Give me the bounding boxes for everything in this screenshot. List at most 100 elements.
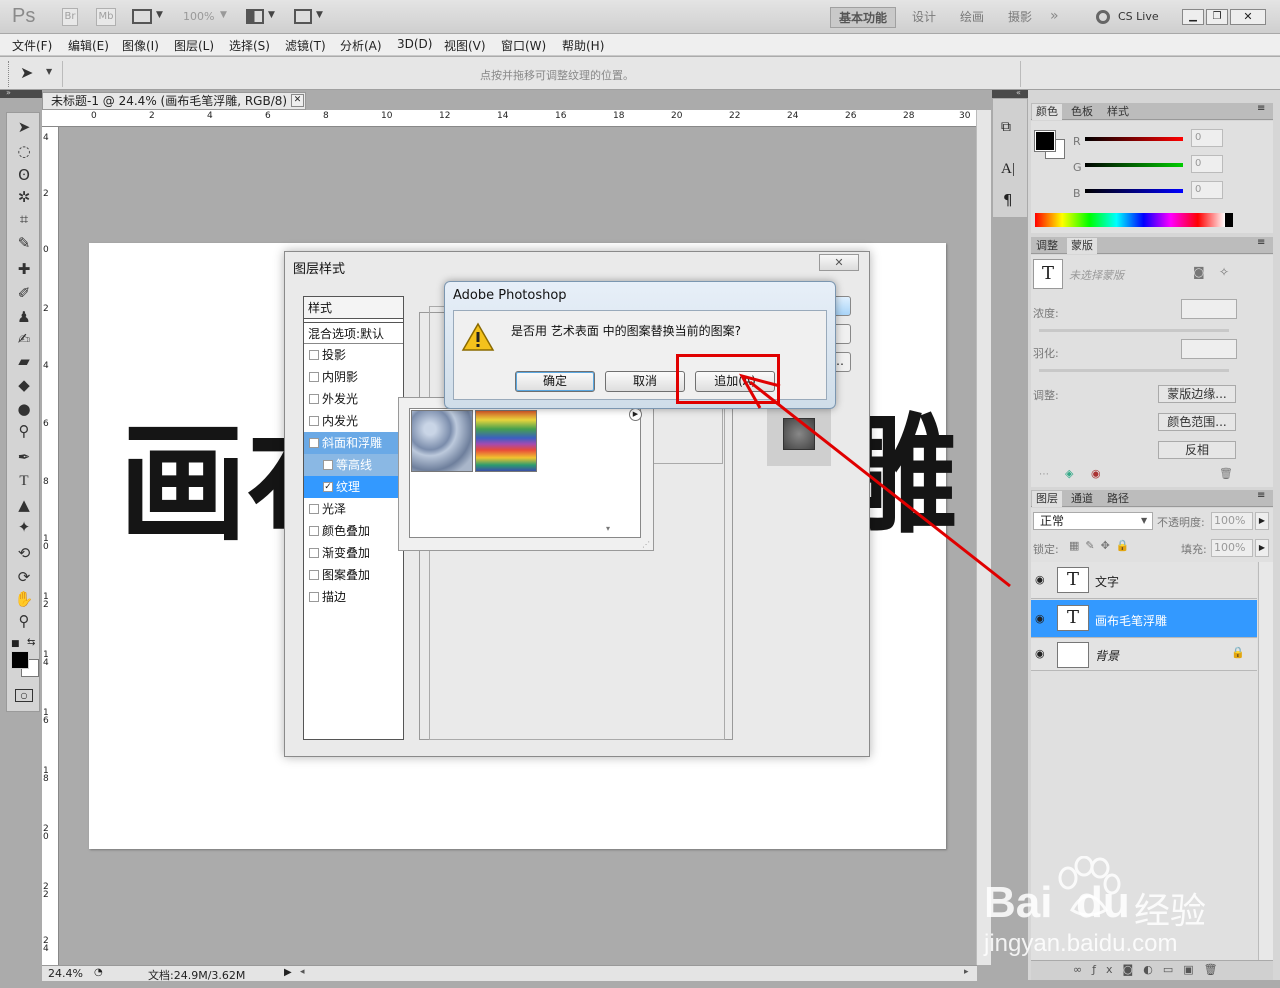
menu-help[interactable]: 帮助(H)	[562, 37, 604, 54]
tab-paths[interactable]: 路径	[1103, 491, 1133, 507]
layer-row[interactable]: ◉ 背景 🔒	[1031, 639, 1257, 671]
path-selection-icon[interactable]: ▲	[13, 495, 35, 515]
style-item-pattern-overlay[interactable]: 图案叠加	[304, 564, 403, 586]
green-value[interactable]: 0	[1191, 155, 1223, 173]
checkbox[interactable]	[309, 350, 319, 360]
menu-window[interactable]: 窗口(W)	[501, 37, 546, 54]
red-slider[interactable]	[1085, 137, 1183, 141]
brush-tool-icon[interactable]: ✐	[13, 283, 35, 303]
blue-slider[interactable]	[1085, 189, 1183, 193]
clone-stamp-icon[interactable]: ♟	[13, 307, 35, 327]
pixel-mask-icon[interactable]: ◙	[1193, 265, 1205, 279]
tab-color[interactable]: 颜色	[1032, 104, 1062, 120]
foreground-color-swatch[interactable]	[1034, 130, 1056, 152]
tab-masks[interactable]: 蒙版	[1067, 238, 1097, 254]
apply-mask-icon[interactable]: ◈	[1065, 467, 1073, 480]
tab-layers[interactable]: 图层	[1032, 491, 1062, 507]
style-item-inner-shadow[interactable]: 内阴影	[304, 366, 403, 388]
minibridge-button[interactable]: Mb	[96, 8, 116, 26]
feather-field[interactable]	[1181, 339, 1237, 359]
lasso-tool-icon[interactable]: ʘ	[13, 165, 35, 185]
collapse-icon[interactable]: »	[6, 88, 11, 97]
alert-ok-button[interactable]: 确定	[515, 371, 595, 392]
blue-value[interactable]: 0	[1191, 181, 1223, 199]
feather-slider[interactable]	[1039, 369, 1229, 372]
dodge-tool-icon[interactable]: ⚲	[13, 421, 35, 441]
scroll-down-icon[interactable]: ▾	[606, 524, 610, 533]
checkbox-checked[interactable]: ✓	[309, 438, 319, 448]
eye-icon[interactable]: ◉	[1035, 647, 1045, 660]
style-item-contour[interactable]: 等高线	[304, 454, 403, 476]
minimize-button[interactable]: ▁	[1182, 9, 1204, 25]
style-item-drop-shadow[interactable]: 投影	[304, 344, 403, 366]
alert-cancel-button[interactable]: 取消	[605, 371, 685, 392]
close-tab-icon[interactable]: ✕	[291, 94, 304, 107]
pattern-swatch-rainbow[interactable]	[475, 410, 537, 472]
checkbox[interactable]	[309, 416, 319, 426]
checkbox[interactable]	[309, 504, 319, 514]
checkbox[interactable]	[309, 526, 319, 536]
marquee-tool-icon[interactable]: ◌	[13, 141, 35, 161]
menu-filter[interactable]: 滤镜(T)	[285, 37, 326, 54]
screen-mode-icon[interactable]	[294, 9, 312, 24]
checkbox[interactable]	[309, 570, 319, 580]
workspace-painting[interactable]: 绘画	[952, 7, 992, 28]
panel-menu-icon[interactable]: ≡	[1257, 490, 1265, 501]
style-item-bevel-emboss[interactable]: ✓ 斜面和浮雕	[304, 432, 403, 454]
menu-analysis[interactable]: 分析(A)	[340, 37, 382, 54]
maximize-button[interactable]: ❐	[1206, 9, 1228, 25]
tab-swatches[interactable]: 色板	[1067, 104, 1097, 120]
checkbox[interactable]	[309, 592, 319, 602]
expand-icon[interactable]: «	[1016, 88, 1021, 97]
workspace-design[interactable]: 设计	[904, 7, 944, 28]
menu-view[interactable]: 视图(V)	[444, 37, 486, 54]
layer-row[interactable]: ◉ T 文字	[1031, 562, 1257, 599]
document-tab[interactable]: 未标题-1 @ 24.4% (画布毛笔浮雕, RGB/8) *	[42, 92, 306, 110]
invert-button[interactable]: 反相	[1158, 441, 1236, 459]
history-brush-icon[interactable]: ✍	[13, 329, 35, 349]
menu-layer[interactable]: 图层(L)	[174, 37, 214, 54]
resize-grip-icon[interactable]: ⋰	[642, 540, 650, 549]
style-item-satin[interactable]: 光泽	[304, 498, 403, 520]
layer-row-selected[interactable]: ◉ T 画布毛笔浮雕	[1031, 600, 1257, 638]
menu-edit[interactable]: 编辑(E)	[68, 37, 109, 54]
blend-mode-select[interactable]: 正常	[1033, 512, 1153, 530]
panel-menu-icon[interactable]: ≡	[1257, 237, 1265, 248]
3d-rotate-icon[interactable]: ⟲	[13, 543, 35, 563]
load-selection-icon[interactable]: ⋯	[1039, 469, 1049, 480]
cslive-menu[interactable]: CS Live	[1118, 10, 1159, 23]
pen-tool-icon[interactable]: ✒	[13, 447, 35, 467]
menu-select[interactable]: 选择(S)	[229, 37, 270, 54]
tab-channels[interactable]: 通道	[1067, 491, 1097, 507]
tab-styles[interactable]: 样式	[1103, 104, 1133, 120]
checkbox-checked[interactable]: ✓	[323, 482, 333, 492]
history-panel-icon[interactable]: ⧉	[1001, 119, 1011, 135]
opacity-slider-button[interactable]: ▶	[1255, 512, 1269, 530]
magic-wand-icon[interactable]: ✲	[13, 187, 35, 207]
menu-image[interactable]: 图像(I)	[122, 37, 159, 54]
zoom-tool-icon[interactable]: ⚲	[13, 611, 35, 631]
style-item-texture[interactable]: ✓ 纹理	[304, 476, 403, 498]
hand-tool-icon[interactable]: ✋	[13, 589, 35, 609]
panel-menu-icon[interactable]: ≡	[1257, 103, 1265, 114]
arrange-documents-icon[interactable]	[246, 9, 264, 24]
mask-edge-button[interactable]: 蒙版边缘...	[1158, 385, 1236, 403]
checkbox[interactable]	[309, 548, 319, 558]
blend-options-item[interactable]: 混合选项:默认	[304, 322, 403, 344]
status-zoom[interactable]: 24.4%	[48, 967, 83, 980]
checkbox[interactable]	[309, 372, 319, 382]
pattern-swatch-bubbles[interactable]	[411, 410, 473, 472]
swap-colors-icon[interactable]: ⇆	[27, 637, 35, 648]
move-tool-icon[interactable]: ➤	[20, 63, 33, 82]
density-field[interactable]	[1181, 299, 1237, 319]
checkbox[interactable]	[309, 394, 319, 404]
chevron-down-icon[interactable]: ▼	[46, 67, 52, 76]
paragraph-panel-icon[interactable]: ¶	[1003, 191, 1013, 209]
scroll-left-icon[interactable]: ◂	[300, 967, 305, 977]
close-button[interactable]: ✕	[1230, 9, 1266, 25]
default-colors-icon[interactable]: ■	[11, 639, 20, 649]
eye-icon[interactable]: ◉	[1035, 573, 1045, 586]
status-menu-icon[interactable]: ▶	[284, 967, 292, 978]
delete-mask-icon[interactable]: 🗑	[1219, 467, 1233, 480]
checkbox[interactable]	[323, 460, 333, 470]
